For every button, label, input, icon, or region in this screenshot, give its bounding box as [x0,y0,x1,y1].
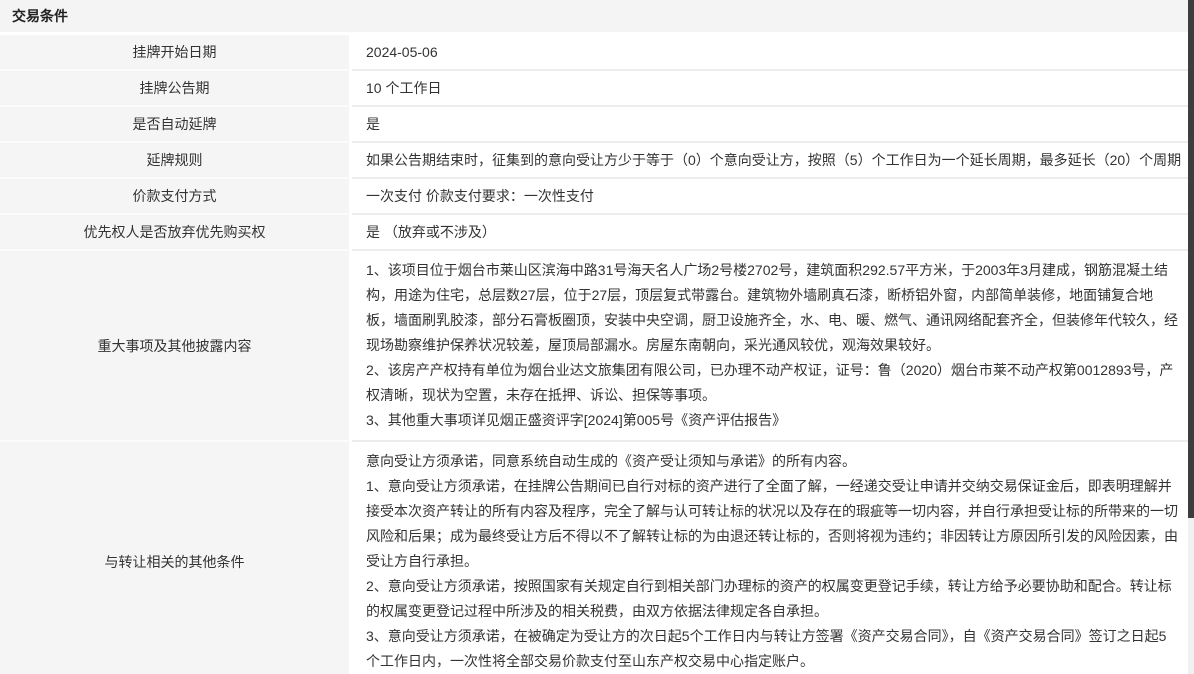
row-value: 是 （放弃或不涉及） [352,215,1188,251]
transaction-conditions-section: 交易条件 挂牌开始日期 2024-05-06 挂牌公告期 10 个工作日 是否自… [0,0,1188,674]
row-label: 延牌规则 [0,143,352,179]
section-title: 交易条件 [0,0,1188,32]
row-label: 价款支付方式 [0,179,352,215]
row-value: 2024-05-06 [352,35,1188,71]
disclosure-paragraph: 2、该房产产权持有单位为烟台业达文旅集团有限公司，已办理不动产权证，证号：鲁（2… [366,358,1180,408]
other-conditions-paragraph: 1、意向受让方须承诺，在挂牌公告期间已自行对标的资产进行了全面了解，一经递交受让… [366,474,1180,574]
table-row: 挂牌开始日期 2024-05-06 [0,35,1188,71]
row-label: 与转让相关的其他条件 [0,442,352,674]
table-row: 是否自动延牌 是 [0,107,1188,143]
other-conditions-paragraph: 3、意向受让方须承诺，在被确定为受让方的次日起5个工作日内与转让方签署《资产交易… [366,624,1180,674]
conditions-table: 挂牌开始日期 2024-05-06 挂牌公告期 10 个工作日 是否自动延牌 是… [0,35,1188,674]
row-label: 挂牌开始日期 [0,35,352,71]
row-value: 意向受让方须承诺，同意系统自动生成的《资产受让须知与承诺》的所有内容。 1、意向… [352,442,1188,674]
row-value: 1、该项目位于烟台市莱山区滨海中路31号海天名人广场2号楼2702号，建筑面积2… [352,251,1188,442]
row-value: 是 [352,107,1188,143]
row-label: 重大事项及其他披露内容 [0,251,352,442]
scrollbar-thumb[interactable] [1188,0,1194,518]
vertical-scrollbar[interactable] [1188,0,1194,674]
table-row: 重大事项及其他披露内容 1、该项目位于烟台市莱山区滨海中路31号海天名人广场2号… [0,251,1188,442]
table-row: 挂牌公告期 10 个工作日 [0,71,1188,107]
row-label: 优先权人是否放弃优先购买权 [0,215,352,251]
table-row: 价款支付方式 一次支付 价款支付要求：一次性支付 [0,179,1188,215]
row-value: 一次支付 价款支付要求：一次性支付 [352,179,1188,215]
disclosure-paragraph: 3、其他重大事项详见烟正盛资评字[2024]第005号《资产评估报告》 [366,408,1180,433]
disclosure-paragraph: 1、该项目位于烟台市莱山区滨海中路31号海天名人广场2号楼2702号，建筑面积2… [366,258,1180,358]
table-row: 优先权人是否放弃优先购买权 是 （放弃或不涉及） [0,215,1188,251]
table-row: 与转让相关的其他条件 意向受让方须承诺，同意系统自动生成的《资产受让须知与承诺》… [0,442,1188,674]
row-value: 10 个工作日 [352,71,1188,107]
row-label: 挂牌公告期 [0,71,352,107]
table-row: 延牌规则 如果公告期结束时，征集到的意向受让方少于等于（0）个意向受让方，按照（… [0,143,1188,179]
row-label: 是否自动延牌 [0,107,352,143]
other-conditions-paragraph: 意向受让方须承诺，同意系统自动生成的《资产受让须知与承诺》的所有内容。 [366,449,1180,474]
other-conditions-paragraph: 2、意向受让方须承诺，按照国家有关规定自行到相关部门办理标的资产的权属变更登记手… [366,574,1180,624]
row-value: 如果公告期结束时，征集到的意向受让方少于等于（0）个意向受让方，按照（5）个工作… [352,143,1188,179]
